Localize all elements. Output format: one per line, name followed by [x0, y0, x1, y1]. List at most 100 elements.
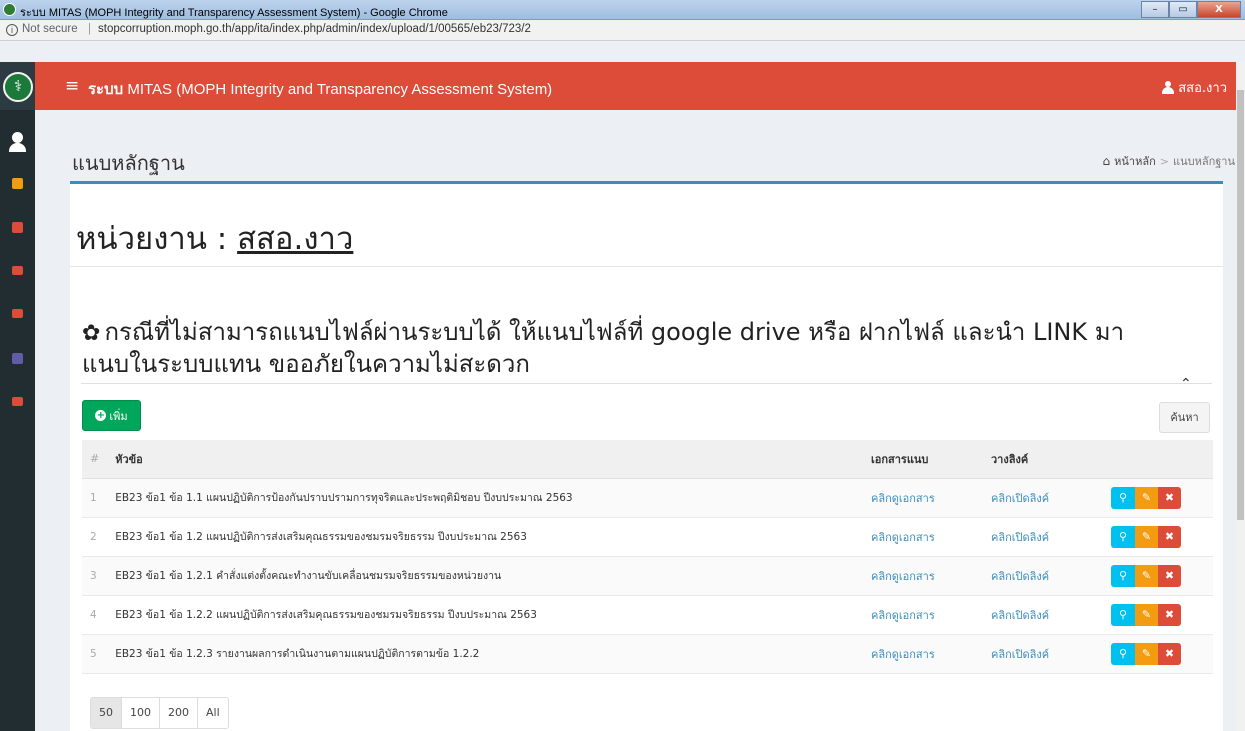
view-button[interactable]: ⚲	[1111, 486, 1135, 509]
row-num: 2	[82, 517, 108, 557]
view-button[interactable]: ⚲	[1111, 525, 1135, 548]
not-secure-label: Not secure	[22, 23, 78, 35]
menu-toggle-icon[interactable]: ≡	[65, 76, 79, 96]
row-actions: ⚲ ✎ ✖	[1103, 634, 1213, 674]
view-document-link[interactable]: คลิกดูเอกสาร	[863, 556, 983, 596]
delete-button[interactable]: ✖	[1158, 603, 1181, 626]
logo-box: ⚕	[0, 62, 35, 110]
url-text[interactable]: stopcorruption.moph.go.th/app/ita/index.…	[98, 23, 531, 35]
edit-button[interactable]: ✎	[1135, 642, 1158, 665]
add-button[interactable]: + เพิ่ม	[82, 400, 141, 431]
open-link-link[interactable]: คลิกเปิดลิงค์	[983, 556, 1103, 596]
edit-button[interactable]: ✎	[1135, 564, 1158, 587]
chart-icon[interactable]	[12, 266, 23, 275]
app-title: ระบบ MITAS (MOPH Integrity and Transpare…	[88, 77, 552, 101]
col-topic-header[interactable]: หัวข้อ	[107, 440, 863, 479]
breadcrumb-separator: >	[1159, 154, 1169, 168]
view-document-link[interactable]: คลิกดูเอกสาร	[863, 517, 983, 557]
document-icon[interactable]	[12, 222, 23, 233]
page-size-200[interactable]: 200	[160, 698, 198, 728]
sidebar-user[interactable]	[0, 132, 35, 152]
view-button[interactable]: ⚲	[1111, 564, 1135, 587]
col-num-header: #	[82, 440, 108, 479]
view-document-link[interactable]: คลิกดูเอกสาร	[863, 595, 983, 635]
breadcrumb: ⌂ หน้าหลัก > แนบหลักฐาน	[1103, 152, 1235, 170]
user-icon-body	[9, 143, 26, 152]
table-header-row: # หัวข้อ เอกสารแนบ วางลิงค์	[82, 440, 1213, 479]
user-icon	[12, 132, 23, 143]
row-topic: EB23 ข้อ1 ข้อ 1.2.3 รายงานผลการดำเนินงาน…	[107, 634, 863, 674]
chart-icon[interactable]	[12, 309, 23, 318]
address-bar[interactable]: i Not secure | stopcorruption.moph.go.th…	[0, 20, 1245, 41]
open-link-link[interactable]: คลิกเปิดลิงค์	[983, 634, 1103, 674]
col-doc-header[interactable]: เอกสารแนบ	[863, 440, 983, 479]
table-row: 4 EB23 ข้อ1 ข้อ 1.2.2 แผนปฏิบัติการส่งเส…	[82, 595, 1213, 635]
edit-icon: ✎	[1141, 647, 1152, 660]
view-document-link[interactable]: คลิกดูเอกสาร	[863, 634, 983, 674]
delete-button[interactable]: ✖	[1158, 486, 1181, 509]
maximize-button[interactable]: ▭	[1169, 1, 1197, 18]
row-actions: ⚲ ✎ ✖	[1103, 517, 1213, 557]
open-link-link[interactable]: คลิกเปิดลิงค์	[983, 517, 1103, 557]
delete-button[interactable]: ✖	[1158, 525, 1181, 548]
notice-heading: ✿ กรณีที่ไม่สามารถแนบไฟล์ผ่านระบบได้ ให้แ…	[82, 317, 1162, 380]
window-title-bar: ระบบ MITAS (MOPH Integrity and Transpare…	[0, 0, 1245, 20]
delete-icon: ✖	[1164, 491, 1175, 504]
user-name: สสอ.งาว	[1178, 81, 1227, 96]
page-size-selector: 50 100 200 All	[90, 697, 229, 729]
home-icon[interactable]: ⌂	[1103, 154, 1111, 168]
row-topic: EB23 ข้อ1 ข้อ 1.2 แผนปฏิบัติการส่งเสริมค…	[107, 517, 863, 557]
edit-icon: ✎	[1141, 491, 1152, 504]
scrollbar-thumb[interactable]	[1237, 90, 1244, 520]
close-window-button[interactable]: X	[1197, 1, 1241, 18]
edit-icon: ✎	[1141, 530, 1152, 543]
breadcrumb-current: แนบหลักฐาน	[1172, 155, 1235, 168]
edit-button[interactable]: ✎	[1135, 486, 1158, 509]
row-num: 1	[82, 478, 108, 518]
calendar-icon[interactable]	[12, 178, 23, 189]
breadcrumb-home[interactable]: หน้าหลัก	[1114, 152, 1156, 170]
row-num: 4	[82, 595, 108, 635]
search-button[interactable]: ค้นหา	[1159, 402, 1210, 433]
page-title: แนบหลักฐาน	[72, 151, 185, 175]
book-icon[interactable]	[12, 353, 23, 364]
page-size-100[interactable]: 100	[122, 698, 160, 728]
view-document-link[interactable]: คลิกดูเอกสาร	[863, 478, 983, 518]
delete-button[interactable]: ✖	[1158, 564, 1181, 587]
page-size-50[interactable]: 50	[91, 698, 122, 728]
sign-out-icon[interactable]	[12, 397, 23, 406]
moph-logo[interactable]: ⚕	[3, 72, 33, 102]
view-button[interactable]: ⚲	[1111, 642, 1135, 665]
edit-button[interactable]: ✎	[1135, 603, 1158, 626]
evidence-table: # หัวข้อ เอกสารแนบ วางลิงค์ 1 EB23 ข้อ1 …	[82, 440, 1213, 674]
unit-name: สสอ.งาว	[237, 221, 354, 257]
address-separator: |	[88, 23, 91, 35]
delete-button[interactable]: ✖	[1158, 642, 1181, 665]
info-icon[interactable]: i	[6, 24, 18, 36]
search-icon: ⚲	[1118, 569, 1128, 582]
user-menu[interactable]: สสอ.งาว	[1162, 77, 1227, 98]
row-actions: ⚲ ✎ ✖	[1103, 556, 1213, 596]
delete-icon: ✖	[1164, 608, 1175, 621]
col-link-header[interactable]: วางลิงค์	[983, 440, 1103, 479]
table-row: 3 EB23 ข้อ1 ข้อ 1.2.1 คำสั่งแต่งตั้งคณะท…	[82, 556, 1213, 596]
unit-label: หน่วยงาน :	[76, 221, 238, 257]
row-actions: ⚲ ✎ ✖	[1103, 478, 1213, 518]
divider	[70, 266, 1223, 267]
row-topic: EB23 ข้อ1 ข้อ 1.2.1 คำสั่งแต่งตั้งคณะทำง…	[107, 556, 863, 596]
delete-icon: ✖	[1164, 530, 1175, 543]
page-size-all[interactable]: All	[198, 698, 228, 728]
collapse-chevron-up-icon[interactable]: ⌃	[1180, 376, 1192, 392]
sidebar	[0, 110, 35, 731]
edit-icon: ✎	[1141, 569, 1152, 582]
edit-button[interactable]: ✎	[1135, 525, 1158, 548]
open-link-link[interactable]: คลิกเปิดลิงค์	[983, 478, 1103, 518]
table-row: 2 EB23 ข้อ1 ข้อ 1.2 แผนปฏิบัติการส่งเสริ…	[82, 517, 1213, 557]
minimize-button[interactable]: –	[1141, 1, 1169, 18]
open-link-link[interactable]: คลิกเปิดลิงค์	[983, 595, 1103, 635]
gear-icon: ✿	[82, 321, 101, 346]
content-header: แนบหลักฐาน ⌂ หน้าหลัก > แนบหลักฐาน	[35, 110, 1235, 180]
page-scrollbar[interactable]	[1236, 62, 1245, 731]
view-button[interactable]: ⚲	[1111, 603, 1135, 626]
row-topic: EB23 ข้อ1 ข้อ 1.1 แผนปฏิบัติการป้องกันปร…	[107, 478, 863, 518]
